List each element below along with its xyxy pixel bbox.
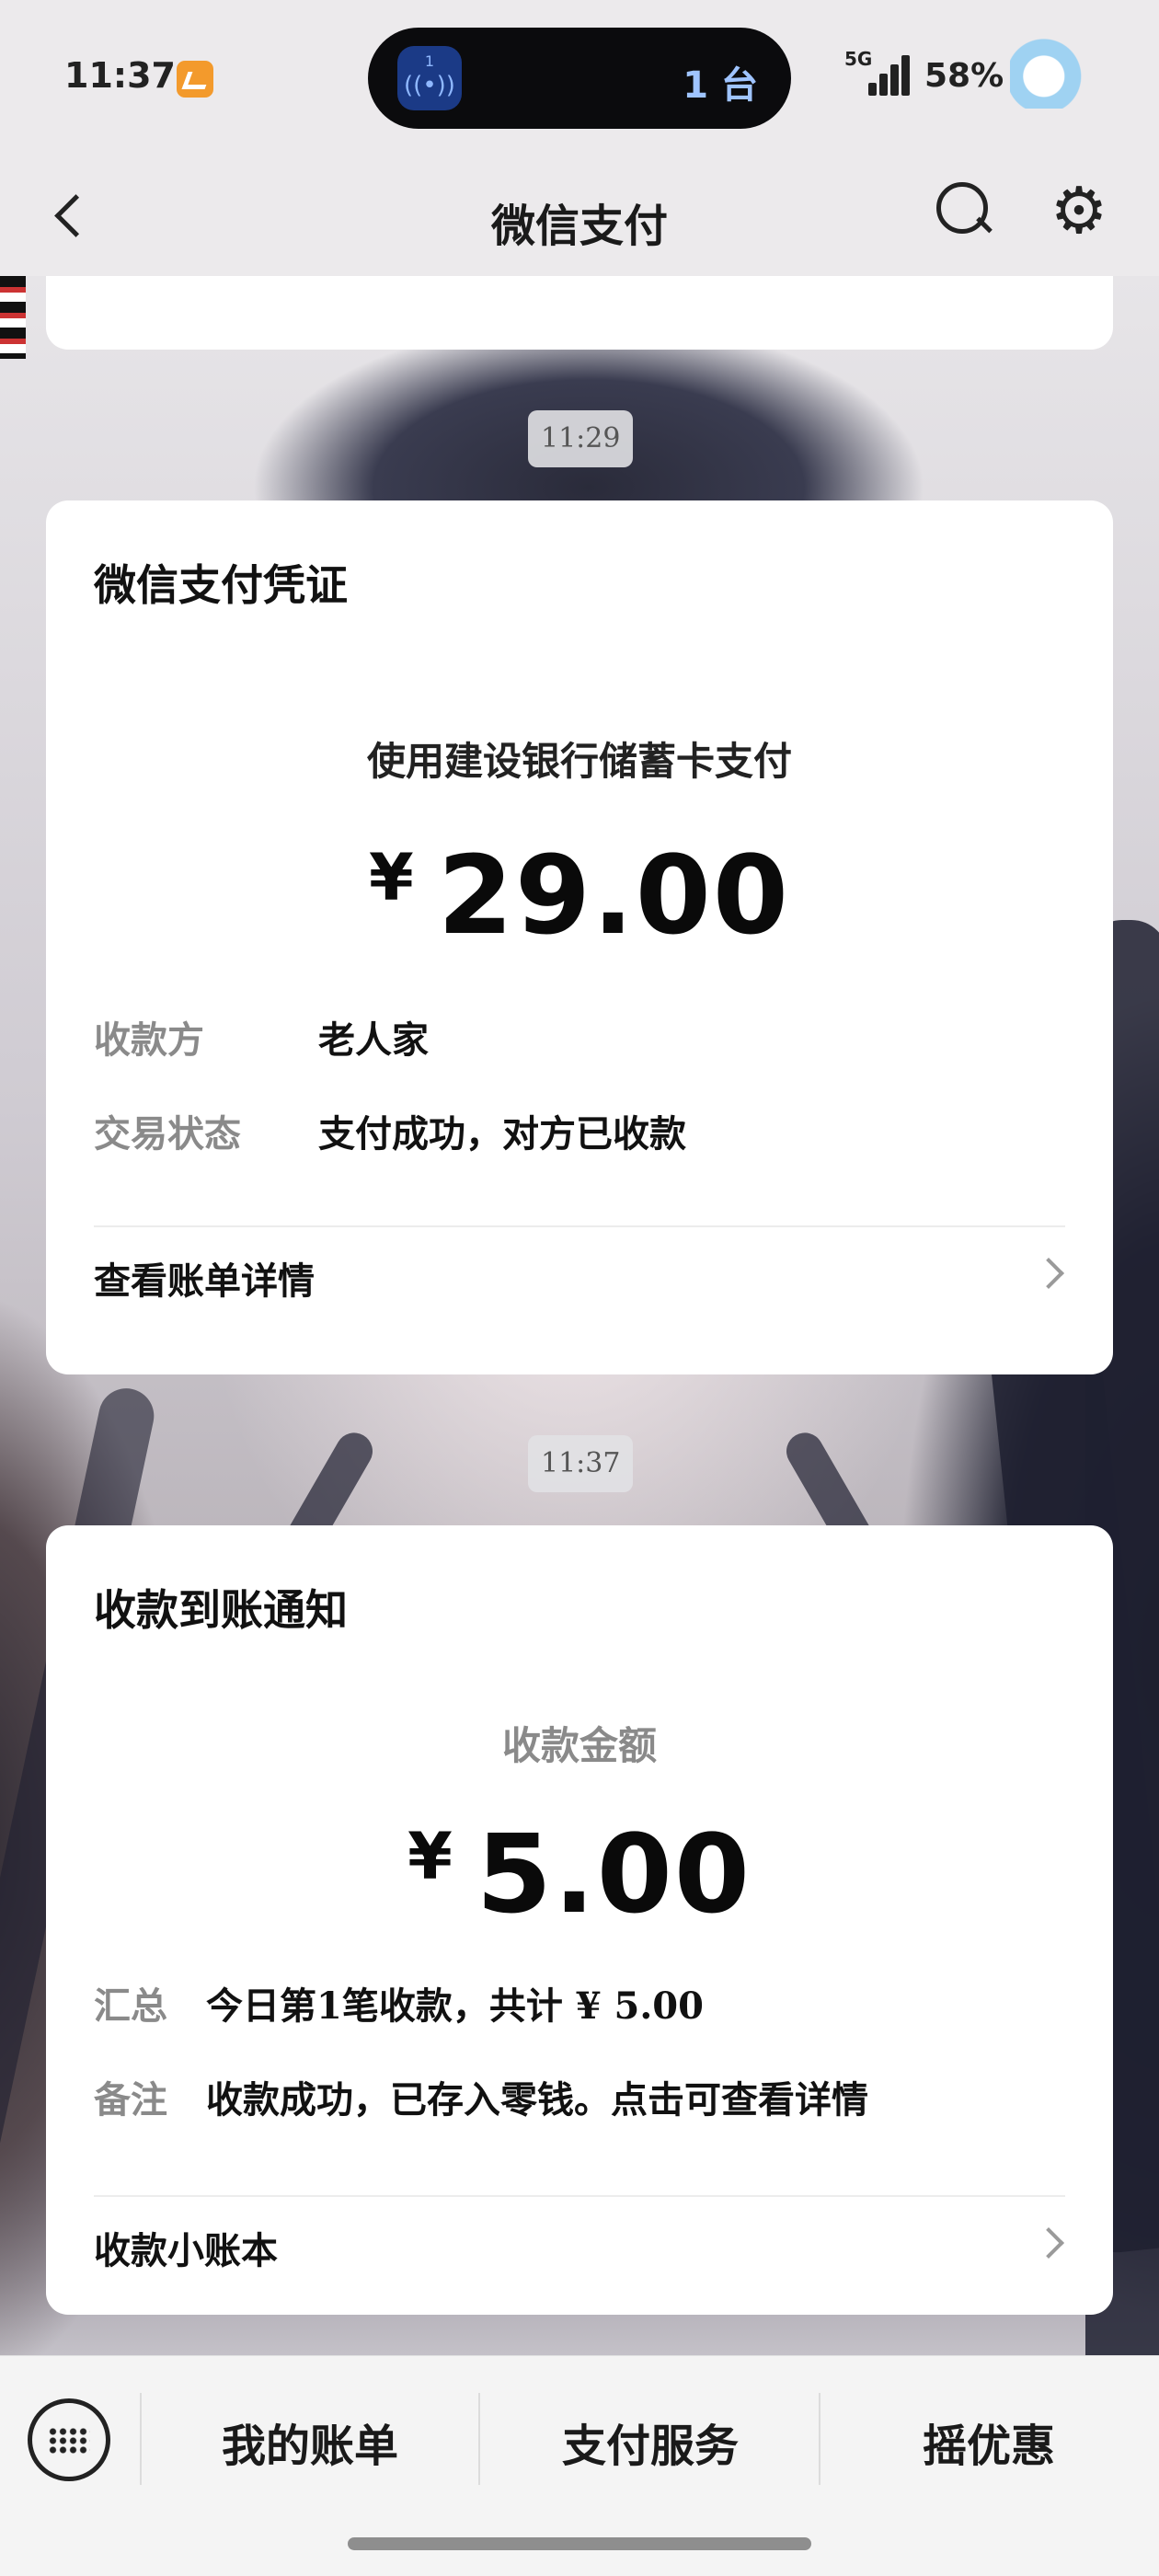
signal-icon	[863, 52, 914, 96]
amount-value: 5.00	[476, 1811, 752, 1938]
status-bar: 11:37 1 ((•)) 1 台 5G 58%	[0, 0, 1159, 156]
keyboard-icon[interactable]	[28, 2398, 110, 2481]
payee-value: 老人家	[318, 1018, 429, 1062]
payment-amount: ¥29.00	[46, 832, 1113, 959]
broadcast-icon: 1 ((•))	[397, 46, 462, 110]
clock: 11:37	[64, 55, 176, 96]
summary-value: 今日第1笔收款，共计 ¥ 5.00	[206, 1984, 704, 2028]
character-sticker-icon	[1010, 37, 1095, 109]
card-title: 收款到账通知	[94, 1585, 348, 1635]
link-label: 收款小账本	[94, 2229, 278, 2272]
remark-label: 备注	[94, 2078, 167, 2122]
amount-value: 29.00	[437, 832, 790, 959]
search-icon[interactable]	[931, 177, 995, 241]
payment-received-card[interactable]: 收款到账通知 收款金额 ¥5.00 汇总 今日第1笔收款，共计 ¥ 5.00 备…	[46, 1525, 1113, 2315]
sticker-fragment	[0, 276, 26, 359]
island-badge: 1	[424, 52, 435, 70]
home-indicator[interactable]	[348, 2537, 811, 2550]
message-timestamp: 11:37	[528, 1435, 634, 1492]
status-label: 交易状态	[94, 1112, 241, 1156]
battery-level: 58%	[924, 57, 1004, 95]
card-title: 微信支付凭证	[94, 560, 348, 610]
currency-symbol: ¥	[369, 840, 416, 915]
link-label: 查看账单详情	[94, 1259, 315, 1303]
received-amount: ¥5.00	[46, 1811, 1113, 1938]
navigation-bar: 微信支付 ⚙	[0, 156, 1159, 276]
payment-receipt-card[interactable]: 微信支付凭证 使用建设银行储蓄卡支付 ¥29.00 收款方 老人家 交易状态 支…	[46, 500, 1113, 1374]
summary-label: 汇总	[94, 1984, 167, 2028]
previous-message-card[interactable]	[46, 276, 1113, 350]
payment-method: 使用建设银行储蓄卡支付	[366, 739, 792, 784]
menu-my-bills[interactable]: 我的账单	[140, 2409, 480, 2474]
app-notification-icon	[177, 61, 213, 98]
menu-payment-services[interactable]: 支付服务	[480, 2409, 820, 2474]
remark-value: 收款成功，已存入零钱。点击可查看详情	[206, 2078, 868, 2122]
chevron-right-icon	[1033, 2227, 1064, 2259]
payee-label: 收款方	[94, 1018, 204, 1062]
received-amount-label: 收款金额	[501, 1723, 657, 1768]
menu-shake-offers[interactable]: 摇优惠	[819, 2409, 1159, 2474]
dynamic-island[interactable]: 1 ((•)) 1 台	[368, 28, 791, 129]
status-value: 支付成功，对方已收款	[318, 1112, 686, 1156]
island-text: 1 台	[683, 64, 758, 107]
message-timestamp: 11:29	[528, 410, 634, 467]
view-bill-details-link[interactable]: 查看账单详情	[46, 1227, 1113, 1319]
chevron-right-icon	[1033, 1258, 1064, 1289]
receipt-ledger-link[interactable]: 收款小账本	[46, 2197, 1113, 2289]
gear-icon[interactable]: ⚙	[1047, 178, 1111, 243]
currency-symbol: ¥	[407, 1819, 454, 1894]
